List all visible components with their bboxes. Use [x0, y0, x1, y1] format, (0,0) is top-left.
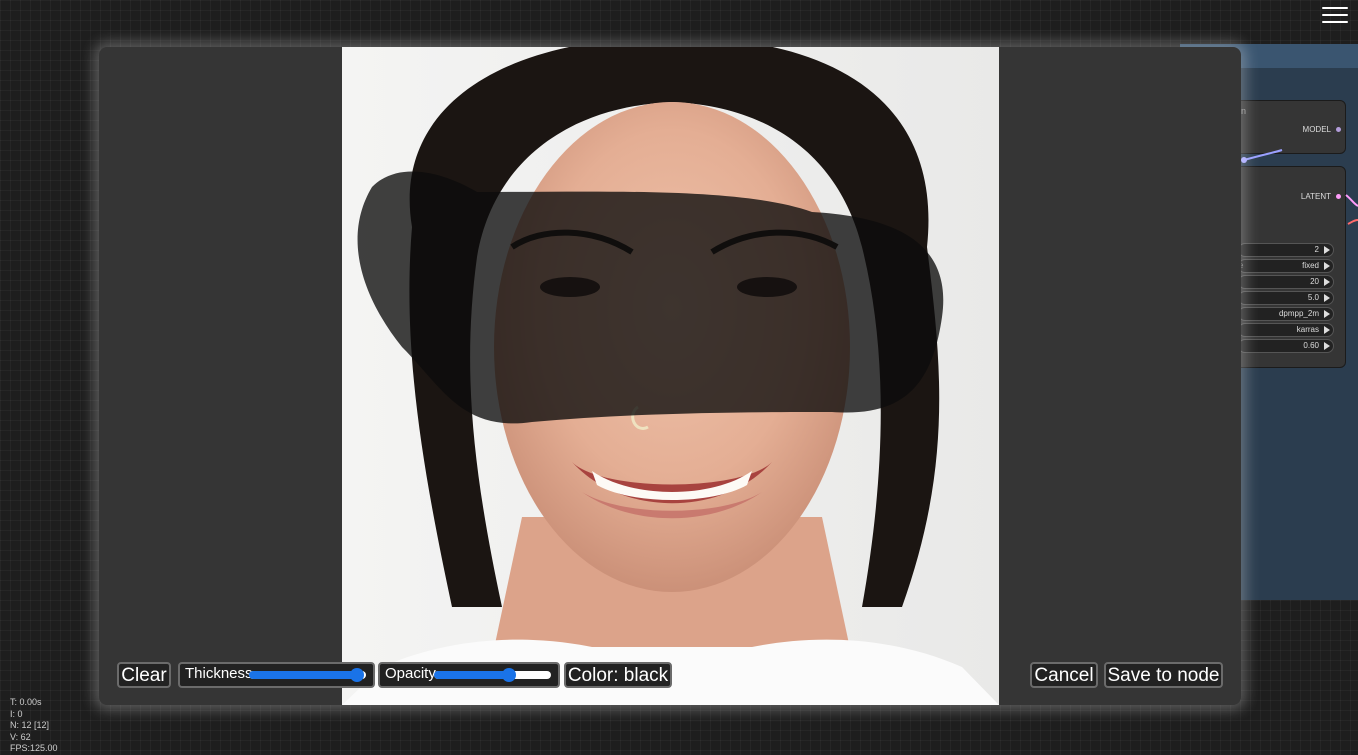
- widget-value: 0.60: [1303, 341, 1319, 350]
- widget-batch[interactable]: 2: [1238, 243, 1334, 257]
- widget-steps[interactable]: 20: [1238, 275, 1334, 289]
- thickness-slider-control: Thickness: [178, 662, 375, 688]
- mask-canvas[interactable]: [342, 47, 999, 705]
- widget-scheduler[interactable]: karras: [1238, 323, 1334, 337]
- increment-arrow-icon[interactable]: [1324, 310, 1330, 318]
- increment-arrow-icon[interactable]: [1324, 342, 1330, 350]
- color-button[interactable]: Color: black: [564, 662, 672, 688]
- widget-value: 20: [1310, 277, 1319, 286]
- stat-iterations: I: 0: [10, 708, 23, 719]
- cancel-button[interactable]: Cancel: [1030, 662, 1098, 688]
- thickness-slider-thumb[interactable]: [350, 668, 364, 682]
- widget-value: 2: [1314, 245, 1319, 254]
- widget-value: dpmpp_2m: [1278, 309, 1319, 318]
- portrait-image: [342, 47, 999, 705]
- widget-sampler[interactable]: dpmpp_2m: [1238, 307, 1334, 321]
- model-node-title: n: [1241, 106, 1247, 116]
- clear-button[interactable]: Clear: [117, 662, 171, 688]
- increment-arrow-icon[interactable]: [1324, 246, 1330, 254]
- widget-cfg[interactable]: 5.0: [1238, 291, 1334, 305]
- widget-value: fixed: [1302, 261, 1319, 270]
- stat-time: T: 0.00s: [10, 697, 42, 707]
- widget-control-after-generate[interactable]: e fixed: [1238, 259, 1334, 273]
- thickness-slider[interactable]: [249, 668, 366, 682]
- model-output-label: MODEL: [1302, 125, 1331, 134]
- widget-value: karras: [1296, 325, 1319, 334]
- thickness-label: Thickness: [185, 665, 253, 682]
- hamburger-menu-icon[interactable]: [1320, 4, 1348, 24]
- render-stats: T: 0.00s I: 0 N: 12 [12] V: 62 FPS:125.0…: [10, 697, 58, 755]
- graph-links: [1241, 149, 1358, 225]
- stat-nodes: N: 12 [12]: [10, 720, 50, 730]
- model-output-dot[interactable]: [1336, 127, 1341, 132]
- increment-arrow-icon[interactable]: [1324, 278, 1330, 286]
- stat-fps: FPS:125.00: [10, 743, 58, 753]
- mask-editor-dialog: Clear Thickness Opacity Color: black Can…: [99, 47, 1241, 705]
- widget-denoise[interactable]: 0.60: [1238, 339, 1334, 353]
- opacity-label: Opacity: [385, 665, 436, 682]
- widget-value: 5.0: [1307, 293, 1319, 302]
- opacity-slider-control: Opacity: [378, 662, 560, 688]
- opacity-slider[interactable]: [434, 668, 551, 682]
- stat-vertices: V: 62: [10, 731, 31, 742]
- opacity-slider-thumb[interactable]: [502, 668, 516, 682]
- increment-arrow-icon[interactable]: [1324, 326, 1330, 334]
- increment-arrow-icon[interactable]: [1324, 294, 1330, 302]
- increment-arrow-icon[interactable]: [1324, 262, 1330, 270]
- save-to-node-button[interactable]: Save to node: [1104, 662, 1223, 688]
